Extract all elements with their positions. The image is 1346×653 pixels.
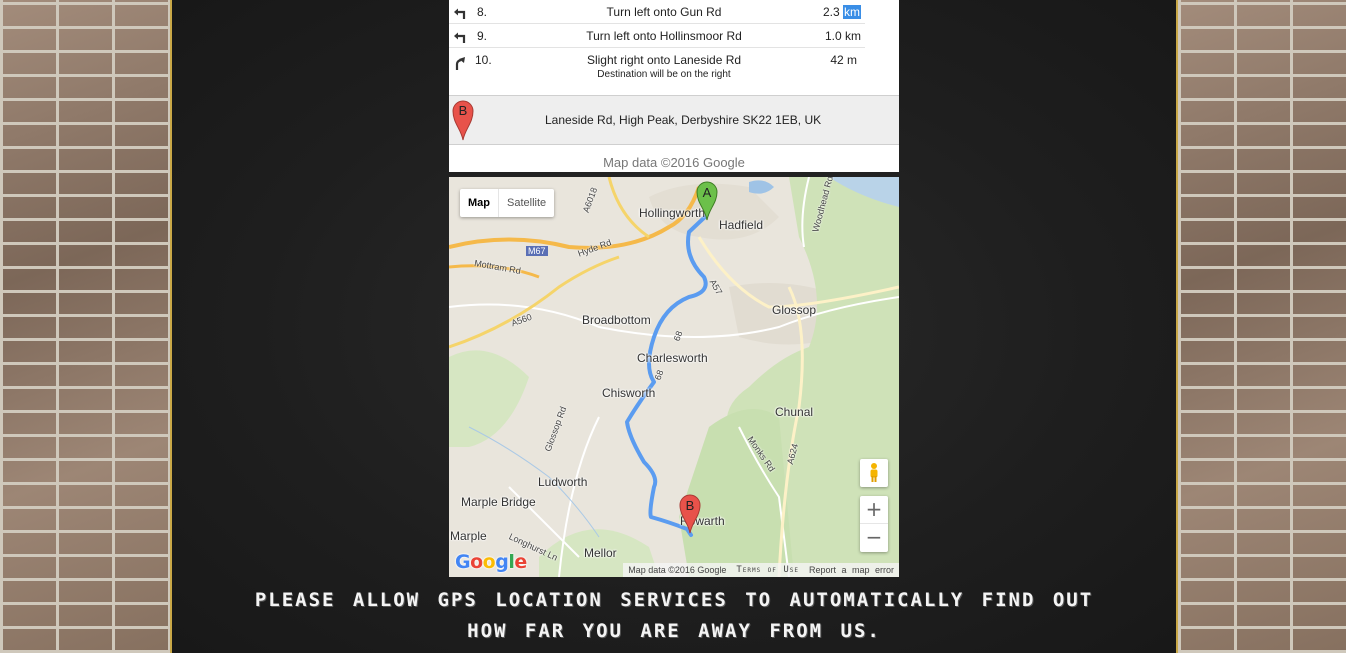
- direction-step[interactable]: 8. Turn left onto Gun Rd 2.3 km: [449, 0, 865, 24]
- map-type-satellite-button[interactable]: Satellite: [498, 189, 554, 217]
- step-distance-unit-selected: km: [843, 5, 861, 19]
- place-label: Chisworth: [602, 386, 656, 400]
- map-footer: Map data ©2016 Google Terms of Use Repor…: [623, 563, 899, 577]
- place-label: Marple: [450, 529, 487, 543]
- zoom-control: + −: [860, 496, 888, 552]
- destination-address: Laneside Rd, High Peak, Derbyshire SK22 …: [545, 113, 822, 127]
- map-type-control: Map Satellite: [460, 189, 555, 217]
- step-distance-value: 2.3: [822, 5, 840, 19]
- report-map-error-link[interactable]: Report a map error: [804, 565, 899, 575]
- start-marker-icon[interactable]: A: [696, 181, 718, 221]
- step-instruction: Turn left onto Gun Rd: [606, 5, 722, 19]
- zoom-out-button[interactable]: −: [860, 524, 888, 552]
- street-view-pegman-button[interactable]: [860, 459, 888, 487]
- brick-wall-right: [1178, 0, 1346, 653]
- place-label: Marple Bridge: [461, 495, 536, 509]
- place-label: Charlesworth: [637, 351, 708, 365]
- step-distance: 2.3 km: [823, 5, 861, 19]
- zoom-in-button[interactable]: +: [860, 496, 888, 524]
- google-logo[interactable]: Google: [455, 551, 527, 573]
- end-marker-label: B: [686, 498, 695, 513]
- map-footer-data: Map data ©2016 Google: [628, 565, 727, 575]
- step-number: 8.: [477, 5, 488, 19]
- destination-row[interactable]: B Laneside Rd, High Peak, Derbyshire SK2…: [449, 95, 899, 145]
- place-label: Hadfield: [719, 218, 764, 232]
- start-marker-label: A: [703, 185, 712, 200]
- slight-right-icon: [455, 57, 465, 70]
- step-number: 9.: [477, 29, 488, 43]
- map-canvas: [449, 177, 899, 577]
- step-instruction: Slight right onto Laneside Rd Destinatio…: [529, 53, 799, 80]
- route-map[interactable]: Hollingworth Hadfield Glossop Broadbotto…: [449, 177, 899, 577]
- directions-map-data: Map data ©2016 Google: [603, 155, 745, 170]
- place-label: Broadbottom: [582, 313, 651, 327]
- place-label: Chunal: [775, 405, 814, 419]
- road-label: M67: [526, 246, 548, 256]
- step-instruction-note: Destination will be on the right: [597, 69, 731, 80]
- place-label: Mellor: [584, 546, 617, 560]
- direction-step[interactable]: 10. Slight right onto Laneside Rd Destin…: [449, 48, 865, 95]
- destination-marker-label: B: [459, 103, 468, 118]
- pegman-icon: [870, 463, 878, 482]
- directions-panel: 8. Turn left onto Gun Rd 2.3 km 9. Turn …: [449, 0, 899, 172]
- turn-left-icon: [454, 8, 466, 19]
- step-number: 10.: [475, 53, 492, 67]
- step-instruction-main: Slight right onto Laneside Rd: [586, 53, 742, 67]
- step-distance: 1.0 km: [824, 29, 861, 43]
- brick-wall-left: [0, 0, 170, 653]
- step-distance: 42 m: [830, 53, 857, 67]
- gps-message-line1: Please allow GPS location services to au…: [254, 589, 1094, 611]
- map-type-map-button[interactable]: Map: [460, 189, 498, 217]
- direction-step[interactable]: 9. Turn left onto Hollinsmoor Rd 1.0 km: [449, 24, 865, 48]
- end-marker-icon[interactable]: B: [679, 494, 701, 534]
- gps-message-line2: how far you are away from us.: [467, 620, 881, 642]
- turn-left-icon: [454, 32, 466, 43]
- destination-marker-icon: B: [452, 100, 474, 141]
- place-label: Glossop: [772, 303, 817, 317]
- terms-of-use-link[interactable]: Terms of Use: [731, 565, 804, 575]
- place-label: Ludworth: [538, 475, 588, 489]
- step-instruction: Turn left onto Hollinsmoor Rd: [586, 29, 742, 43]
